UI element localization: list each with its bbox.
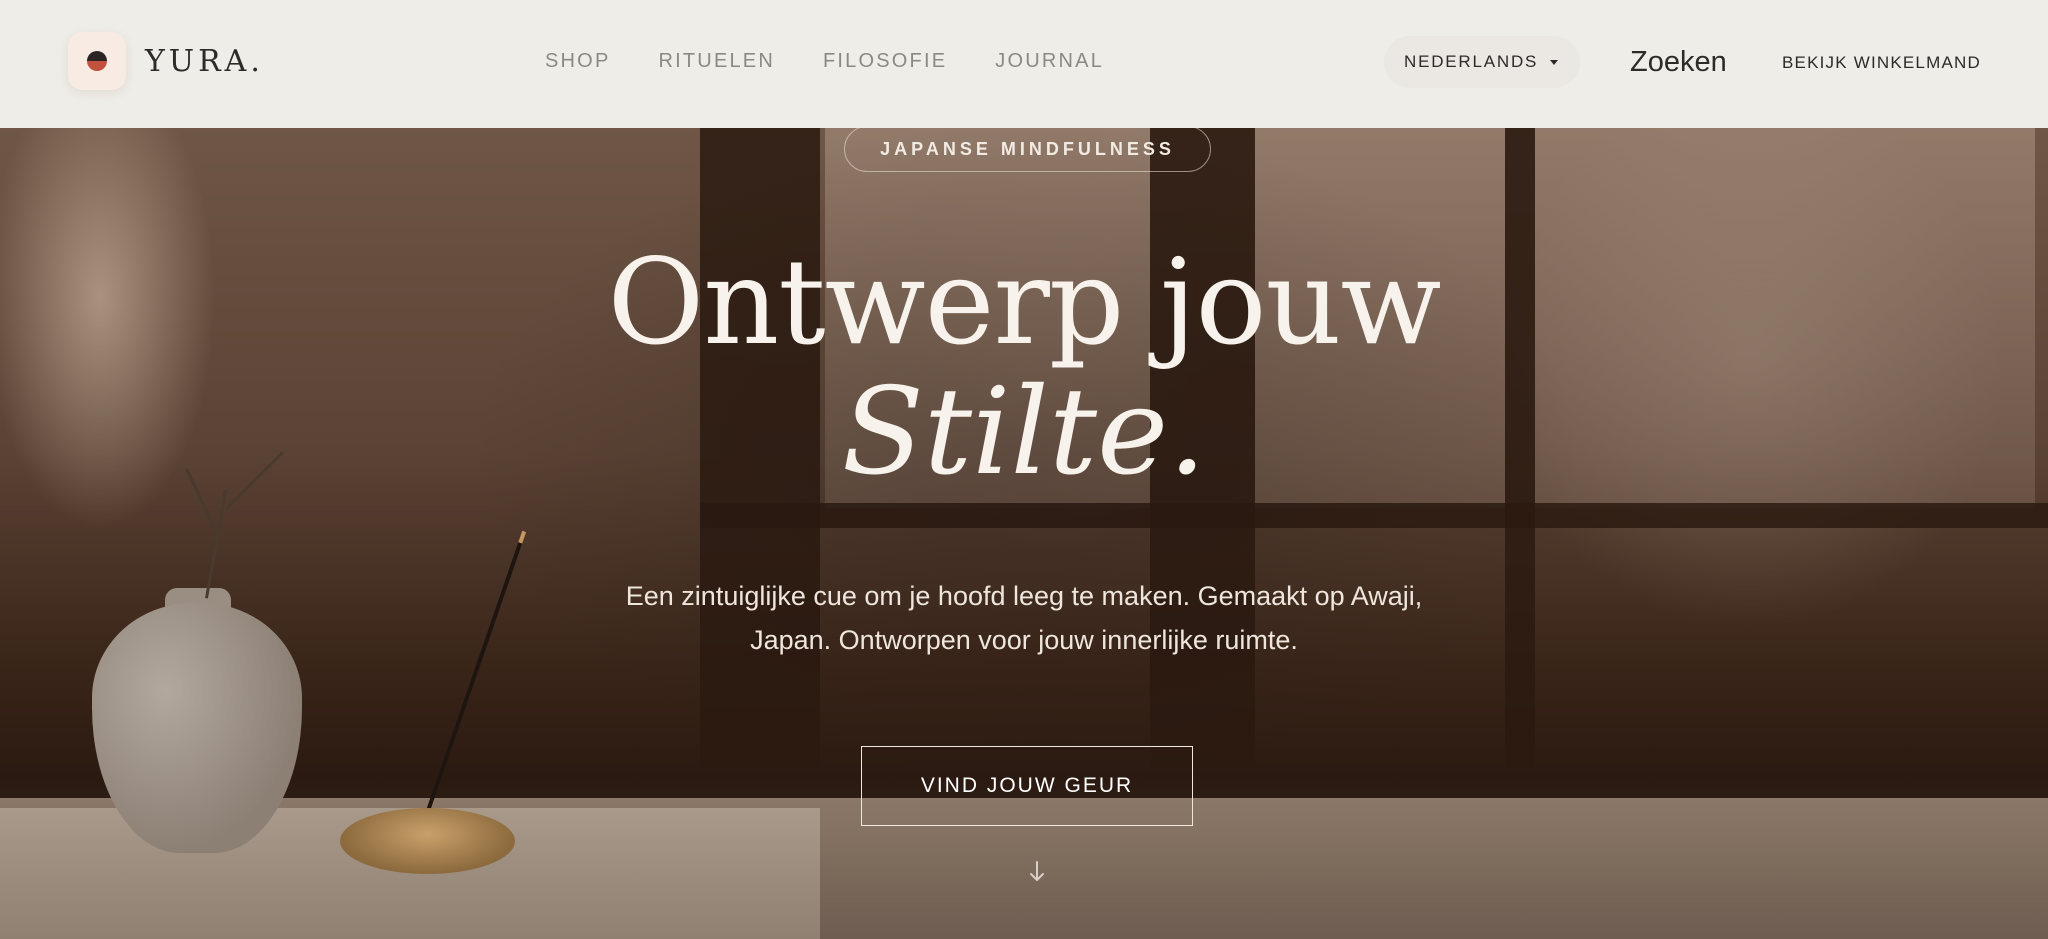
logo-text[interactable]: YURA.: [145, 43, 264, 81]
nav-item-rituelen[interactable]: RITUELEN: [658, 47, 775, 75]
nav-item-shop[interactable]: SHOP: [545, 47, 610, 75]
find-scent-button[interactable]: VIND JOUW GEUR: [861, 746, 1193, 826]
hero-subtitle: Een zintuiglijke cue om je hoofd leeg te…: [625, 581, 1423, 655]
language-label: NEDERLANDS: [1404, 52, 1539, 71]
search-link[interactable]: Zoeken: [1630, 44, 1727, 80]
hero-headline: Ontwerp jouw: [607, 233, 1441, 371]
hero-section: JAPANSE MINDFULNESS Ontwerp jouw Stilte.…: [0, 128, 2048, 939]
cart-link[interactable]: BEKIJK WINKELMAND: [1782, 51, 1981, 75]
caret-down-icon: [1550, 59, 1559, 65]
language-selector[interactable]: NEDERLANDS: [1384, 36, 1581, 88]
main-nav: SHOP RITUELEN FILOSOFIE JOURNAL: [545, 47, 1104, 75]
logo-dot: [87, 51, 107, 71]
tagline-badge: JAPANSE MINDFULNESS: [844, 128, 1211, 172]
nav-item-filosofie[interactable]: FILOSOFIE: [823, 47, 947, 75]
nav-item-journal[interactable]: JOURNAL: [995, 47, 1104, 75]
arrow-down-icon[interactable]: [1028, 860, 1046, 884]
site-header: YURA. SHOP RITUELEN FILOSOFIE JOURNAL NE…: [0, 0, 2048, 128]
yura-logo-icon[interactable]: [68, 32, 126, 90]
hero-headline-emphasis: Stilte.: [841, 363, 1207, 502]
